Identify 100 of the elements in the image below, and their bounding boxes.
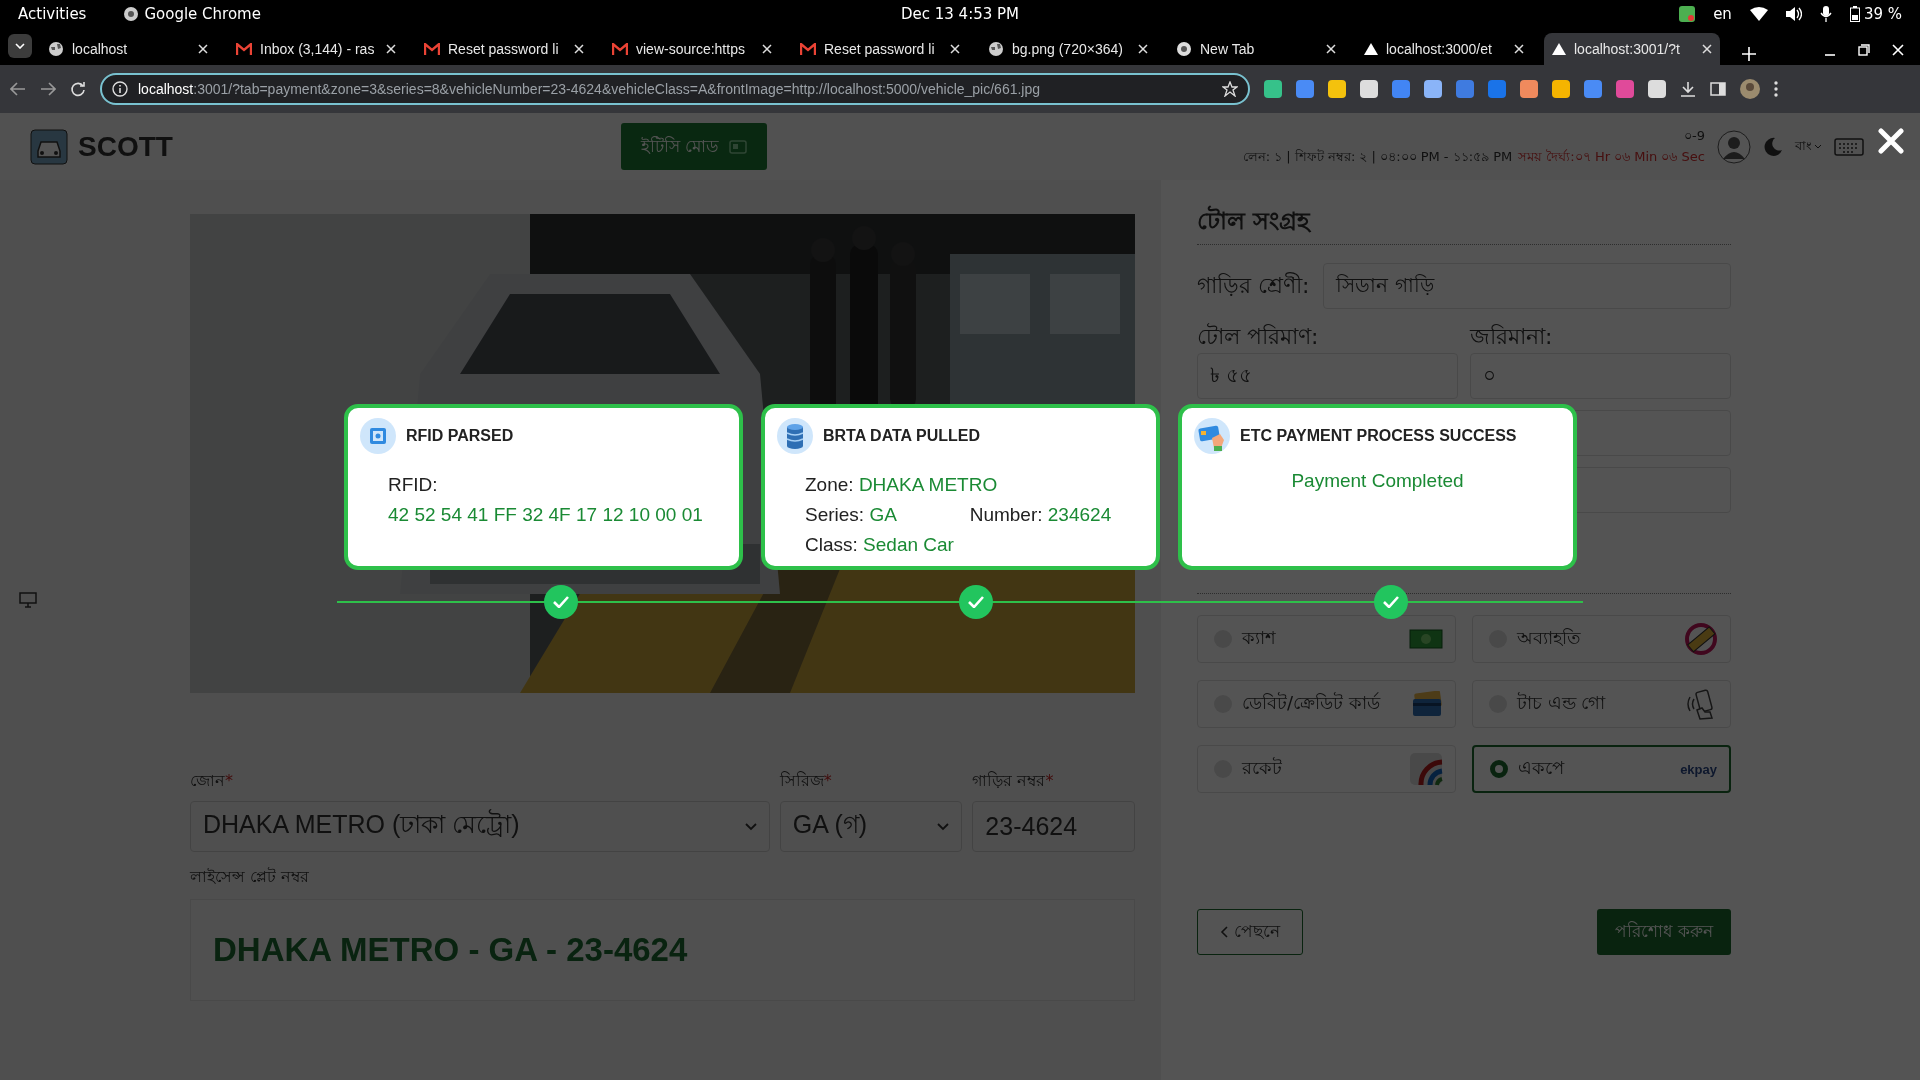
forward-icon[interactable] — [40, 82, 56, 96]
field-label: জোন* — [190, 770, 234, 792]
payment-option[interactable]: অব্যাহতি — [1472, 615, 1731, 663]
payment-option[interactable]: টাচ এন্ড গো — [1472, 680, 1731, 728]
browser-tab[interactable]: Reset password li — [792, 33, 968, 65]
restore-icon[interactable] — [1858, 44, 1870, 56]
card-title: ETC PAYMENT PROCESS SUCCESS — [1240, 427, 1517, 445]
extension-icon[interactable] — [1520, 80, 1538, 98]
mail-icon — [800, 43, 816, 55]
card-payment-icon — [1194, 418, 1230, 454]
browser-tab[interactable]: localhost:3000/et — [1356, 33, 1532, 65]
rocket-wallet-icon — [1409, 752, 1443, 786]
field-label: গাড়ির নম্বর* — [972, 770, 1055, 792]
chrome-icon — [124, 6, 139, 21]
extension-icon[interactable] — [1328, 80, 1346, 98]
triangle-icon — [1552, 43, 1566, 55]
shift-code: ০-9 — [1684, 126, 1705, 145]
payment-option[interactable]: একপে ekpay — [1472, 745, 1731, 793]
card-title: BRTA DATA PULLED — [823, 427, 980, 445]
shift-info: লেন: ১ | শিফট নম্বর: ২ | ০৪:০০ PM - ১১:৫৯ PM — [1242, 147, 1513, 166]
bookmark-star-icon[interactable] — [1222, 81, 1238, 97]
keyboard-language[interactable]: en — [1713, 4, 1732, 23]
back-button[interactable]: পেছনে — [1197, 909, 1303, 955]
select-field[interactable]: GA (গ) — [779, 801, 963, 852]
extension-icon[interactable] — [1552, 80, 1570, 98]
plate-display: DHAKA METRO - GA - 23-4624 — [190, 899, 1135, 1001]
rfid-value: 42 52 54 41 FF 32 4F 17 12 10 00 01 — [388, 503, 704, 527]
wifi-icon[interactable] — [1749, 6, 1768, 21]
battery-level: 39 % — [1863, 4, 1902, 23]
close-button[interactable] — [1878, 128, 1904, 157]
chevron-down-icon — [937, 822, 950, 831]
payment-option[interactable]: রকেট — [1197, 745, 1456, 793]
profile-avatar[interactable] — [1740, 79, 1760, 99]
app-name: Google Chrome — [144, 4, 261, 23]
close-icon[interactable] — [574, 44, 584, 54]
pay-button[interactable]: পরিশোধ করুন — [1596, 909, 1731, 955]
extension-icon[interactable] — [1584, 80, 1602, 98]
close-icon[interactable] — [1138, 44, 1148, 54]
close-icon[interactable] — [950, 44, 960, 54]
etc-mode-button[interactable]: ইটিসি মোড — [621, 123, 768, 170]
close-icon[interactable] — [762, 44, 772, 54]
browser-tab[interactable]: view-source:https — [604, 33, 780, 65]
card-reader-icon — [729, 139, 748, 154]
rfid-chip-icon — [360, 418, 396, 454]
chrome-icon — [1176, 41, 1192, 57]
status-message: Payment Completed — [1291, 470, 1464, 491]
url-text: localhost:3001/?tab=payment&zone=3&series=8&vehicleNumber=23-4624&vehicleClass=A&frontImage=http://localhost:5000/vehicle_pic/661.jpg — [138, 81, 1041, 97]
field-label: লাইসেন্স প্লেট নম্বর — [190, 866, 311, 888]
address-bar[interactable]: localhost:3001/?tab=payment&zone=3&series=8&vehicleNumber=23-4624&vehicleClass=A&frontImage=http://localhost:5000/vehicle_pic/661.jpg — [100, 73, 1250, 105]
chevron-down-icon — [744, 822, 757, 831]
extension-icon[interactable] — [1360, 80, 1378, 98]
select-field[interactable]: DHAKA METRO (ঢাকা মেট্রো) — [190, 801, 770, 852]
volume-icon[interactable] — [1785, 6, 1802, 21]
mail-icon — [424, 43, 440, 55]
microphone-icon[interactable] — [1819, 5, 1832, 22]
close-icon[interactable] — [386, 44, 396, 54]
input-field[interactable]: ৳ ৫৫ — [1197, 353, 1458, 399]
input-field[interactable]: সিডান গাড়ি — [1323, 263, 1731, 309]
battery-icon[interactable] — [1849, 5, 1860, 22]
field-label: জরিমানা: — [1470, 324, 1554, 350]
globe-icon — [988, 41, 1004, 57]
activities-button[interactable]: Activities — [18, 4, 87, 23]
new-tab-icon[interactable] — [1742, 47, 1756, 61]
extension-icon[interactable] — [1424, 80, 1442, 98]
input-field[interactable]: ০ — [1470, 353, 1731, 399]
input-field[interactable]: 23-4624 — [972, 801, 1135, 852]
back-icon[interactable] — [10, 82, 26, 96]
close-icon[interactable] — [1326, 44, 1336, 54]
menu-icon[interactable] — [1774, 81, 1778, 97]
payment-option[interactable]: ক্যাশ — [1197, 615, 1456, 663]
browser-tab[interactable]: Inbox (3,144) - ras — [228, 33, 404, 65]
browser-tab[interactable]: bg.png (720×364) — [980, 33, 1156, 65]
close-icon[interactable] — [198, 44, 208, 54]
browser-tab[interactable]: localhost:3001/?t — [1544, 33, 1720, 65]
language-select[interactable]: বাং — [1795, 136, 1812, 157]
download-icon[interactable] — [1680, 81, 1696, 97]
info-line: Class: Sedan Car — [805, 534, 954, 555]
info-line: Number: 234624 — [969, 504, 1112, 525]
close-icon[interactable] — [1702, 44, 1712, 54]
extension-icon[interactable] — [1296, 80, 1314, 98]
info-icon[interactable] — [112, 81, 128, 97]
chevron-left-icon — [1220, 926, 1228, 938]
extension-icon[interactable] — [1648, 80, 1666, 98]
clock[interactable]: Dec 13 4:53 PM — [900, 4, 1020, 23]
card-title: RFID PARSED — [406, 427, 514, 445]
side-panel-icon[interactable] — [1710, 81, 1726, 97]
browser-tab[interactable]: localhost — [40, 33, 216, 65]
close-icon[interactable] — [1514, 44, 1524, 54]
browser-tab[interactable]: New Tab — [1168, 33, 1344, 65]
info-line: Zone: DHAKA METRO — [805, 474, 998, 495]
field-label: টোল পরিমাণ: — [1197, 324, 1320, 350]
reload-icon[interactable] — [70, 81, 86, 97]
payment-option[interactable]: ডেবিট/ক্রেডিট কার্ড — [1197, 680, 1456, 728]
rfid-label: RFID: — [388, 473, 439, 497]
browser-tab[interactable]: Reset password li — [416, 33, 592, 65]
tab-search-button[interactable] — [8, 34, 32, 58]
database-icon — [777, 418, 813, 454]
chevron-down-icon — [15, 43, 25, 49]
globe-icon — [48, 41, 64, 57]
extension-icon[interactable] — [1264, 80, 1282, 98]
